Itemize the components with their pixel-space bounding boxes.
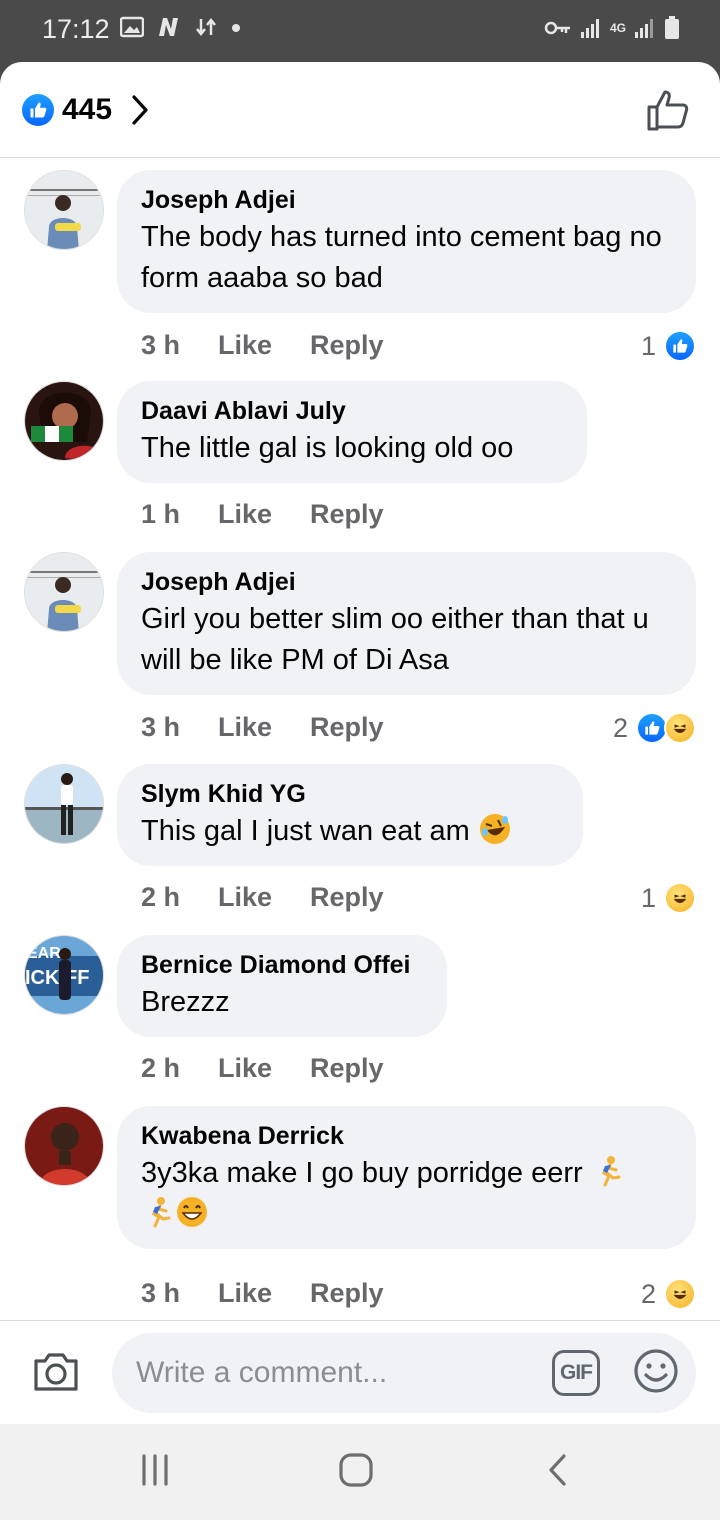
comment-time: 2 h [141,882,181,912]
comment-like-button[interactable]: Like [218,499,310,530]
comment-bubble[interactable]: Kwabena Derrick 3y3ka make I go buy porr… [117,1106,696,1249]
data-transfer-icon [196,17,216,37]
comment-reactions[interactable]: 2 [613,712,696,744]
n-app-icon [159,18,178,36]
svg-text:EAR: EAR [27,945,61,962]
comment-reactions[interactable]: 1 [641,882,696,914]
comment-actions: 2 h Like Reply [141,1053,384,1084]
grinning-emoji-icon [177,1197,207,1227]
comment-reaction-count: 1 [640,330,656,361]
avatar[interactable] [24,1106,104,1186]
like-post-button[interactable] [646,88,690,132]
status-icons-left [120,16,242,38]
comment-text-row: 3y3ka make I go buy porridge eerr [141,1153,672,1235]
comment-author[interactable]: Joseph Adjei [141,184,672,217]
gallery-icon [120,16,144,38]
key-icon [544,21,570,35]
network-type-label: 4G [609,21,626,35]
comment-actions: 2 h Like Reply [141,882,384,913]
avatar[interactable] [24,170,104,250]
comment-time: 1 h [141,499,181,529]
comment-like-button[interactable]: Like [218,882,310,913]
comment-reply-button[interactable]: Reply [310,1278,384,1309]
signal-icon [580,19,599,38]
comments-sheet: 445 Joseph Adjei The body has turned int… [0,62,720,1424]
comment-like-button[interactable]: Like [218,330,310,361]
comment-bubble[interactable]: Slym Khid YG This gal I just wan eat am [117,764,583,866]
running-man-emoji-icon [601,1156,621,1187]
comment-text: This gal I just wan eat am [141,815,470,847]
comment-bubble[interactable]: Daavi Ablavi July The little gal is look… [117,381,587,483]
reaction-count: 445 [62,93,113,126]
haha-reaction-icon [664,882,696,914]
avatar[interactable] [24,764,104,844]
comment-like-button[interactable]: Like [218,1053,310,1084]
comment-reply-button[interactable]: Reply [310,330,384,361]
comment-author[interactable]: Joseph Adjei [141,566,672,599]
comment-reply-button[interactable]: Reply [310,712,384,743]
back-icon[interactable] [546,1452,570,1488]
reaction-summary-button[interactable]: 445 [22,90,150,130]
rolling-laughing-emoji-icon [479,814,510,844]
comment-reaction-count: 1 [640,882,656,913]
haha-reaction-icon [664,1278,696,1310]
battery-icon [665,16,679,39]
status-bar: 17:12 4G [0,0,720,62]
comment-like-button[interactable]: Like [218,712,310,743]
comment-actions: 1 h Like Reply [141,499,384,530]
status-time: 17:12 [42,14,110,44]
comment-reaction-count: 2 [640,1278,656,1309]
comment-author[interactable]: Daavi Ablavi July [141,395,563,428]
status-icons-right: 4G [544,16,680,40]
comment-time: 3 h [141,1278,181,1308]
comment-text-row: This gal I just wan eat am [141,811,559,852]
comment-actions: 3 h Like Reply [141,712,384,743]
comment-author[interactable]: Slym Khid YG [141,778,559,811]
system-nav-bar [0,1424,720,1520]
recent-apps-icon[interactable] [140,1452,170,1488]
comment-time: 2 h [141,1053,181,1083]
avatar[interactable] [24,552,104,632]
like-reaction-icon [664,330,696,362]
home-icon[interactable] [338,1452,374,1488]
svg-text:ICK FF: ICK FF [25,967,89,989]
comment-author[interactable]: Bernice Diamond Offei [141,949,423,982]
comment-text: The little gal is looking old oo [141,432,514,464]
comment-reactions[interactable]: 1 [641,330,696,362]
comment-reply-button[interactable]: Reply [310,1053,384,1084]
comment-like-button[interactable]: Like [218,1278,310,1309]
comment-text: 3y3ka make I go buy porridge eerr [141,1157,583,1189]
emoji-picker-icon[interactable] [632,1347,680,1395]
comment-text: Girl you better slim oo either than that… [141,603,649,676]
reactions-header: 445 [0,62,720,158]
like-reaction-icon [22,94,54,126]
comment-input[interactable] [136,1351,526,1395]
comment-reactions[interactable]: 2 [641,1278,696,1310]
comment-actions: 3 h Like Reply [141,330,384,361]
running-man-emoji-icon [151,1197,171,1228]
comment-time: 3 h [141,330,181,360]
gif-button[interactable]: GIF [552,1350,600,1396]
comment-composer: GIF [0,1320,720,1424]
camera-icon[interactable] [32,1349,80,1393]
4g-signal-icon [635,19,653,38]
avatar[interactable]: EAR ICK FF [24,935,104,1015]
comment-text: Brezzz [141,986,230,1018]
comment-text: The body has turned into cement bag no f… [141,221,662,294]
comment-reaction-count: 2 [612,712,628,743]
haha-reaction-icon [664,712,696,744]
comment-time: 3 h [141,712,181,742]
comment-actions: 3 h Like Reply [141,1278,384,1309]
comment-bubble[interactable]: Joseph Adjei Girl you better slim oo eit… [117,552,696,695]
comment-bubble[interactable]: Joseph Adjei The body has turned into ce… [117,170,696,313]
dot-icon [232,24,240,32]
avatar[interactable] [24,381,104,461]
comment-reply-button[interactable]: Reply [310,499,384,530]
chevron-right-icon [132,95,148,125]
comment-author[interactable]: Kwabena Derrick [141,1120,672,1153]
comment-reply-button[interactable]: Reply [310,882,384,913]
comment-input-pill[interactable]: GIF [112,1333,696,1413]
comment-bubble[interactable]: Bernice Diamond Offei Brezzz [117,935,447,1037]
